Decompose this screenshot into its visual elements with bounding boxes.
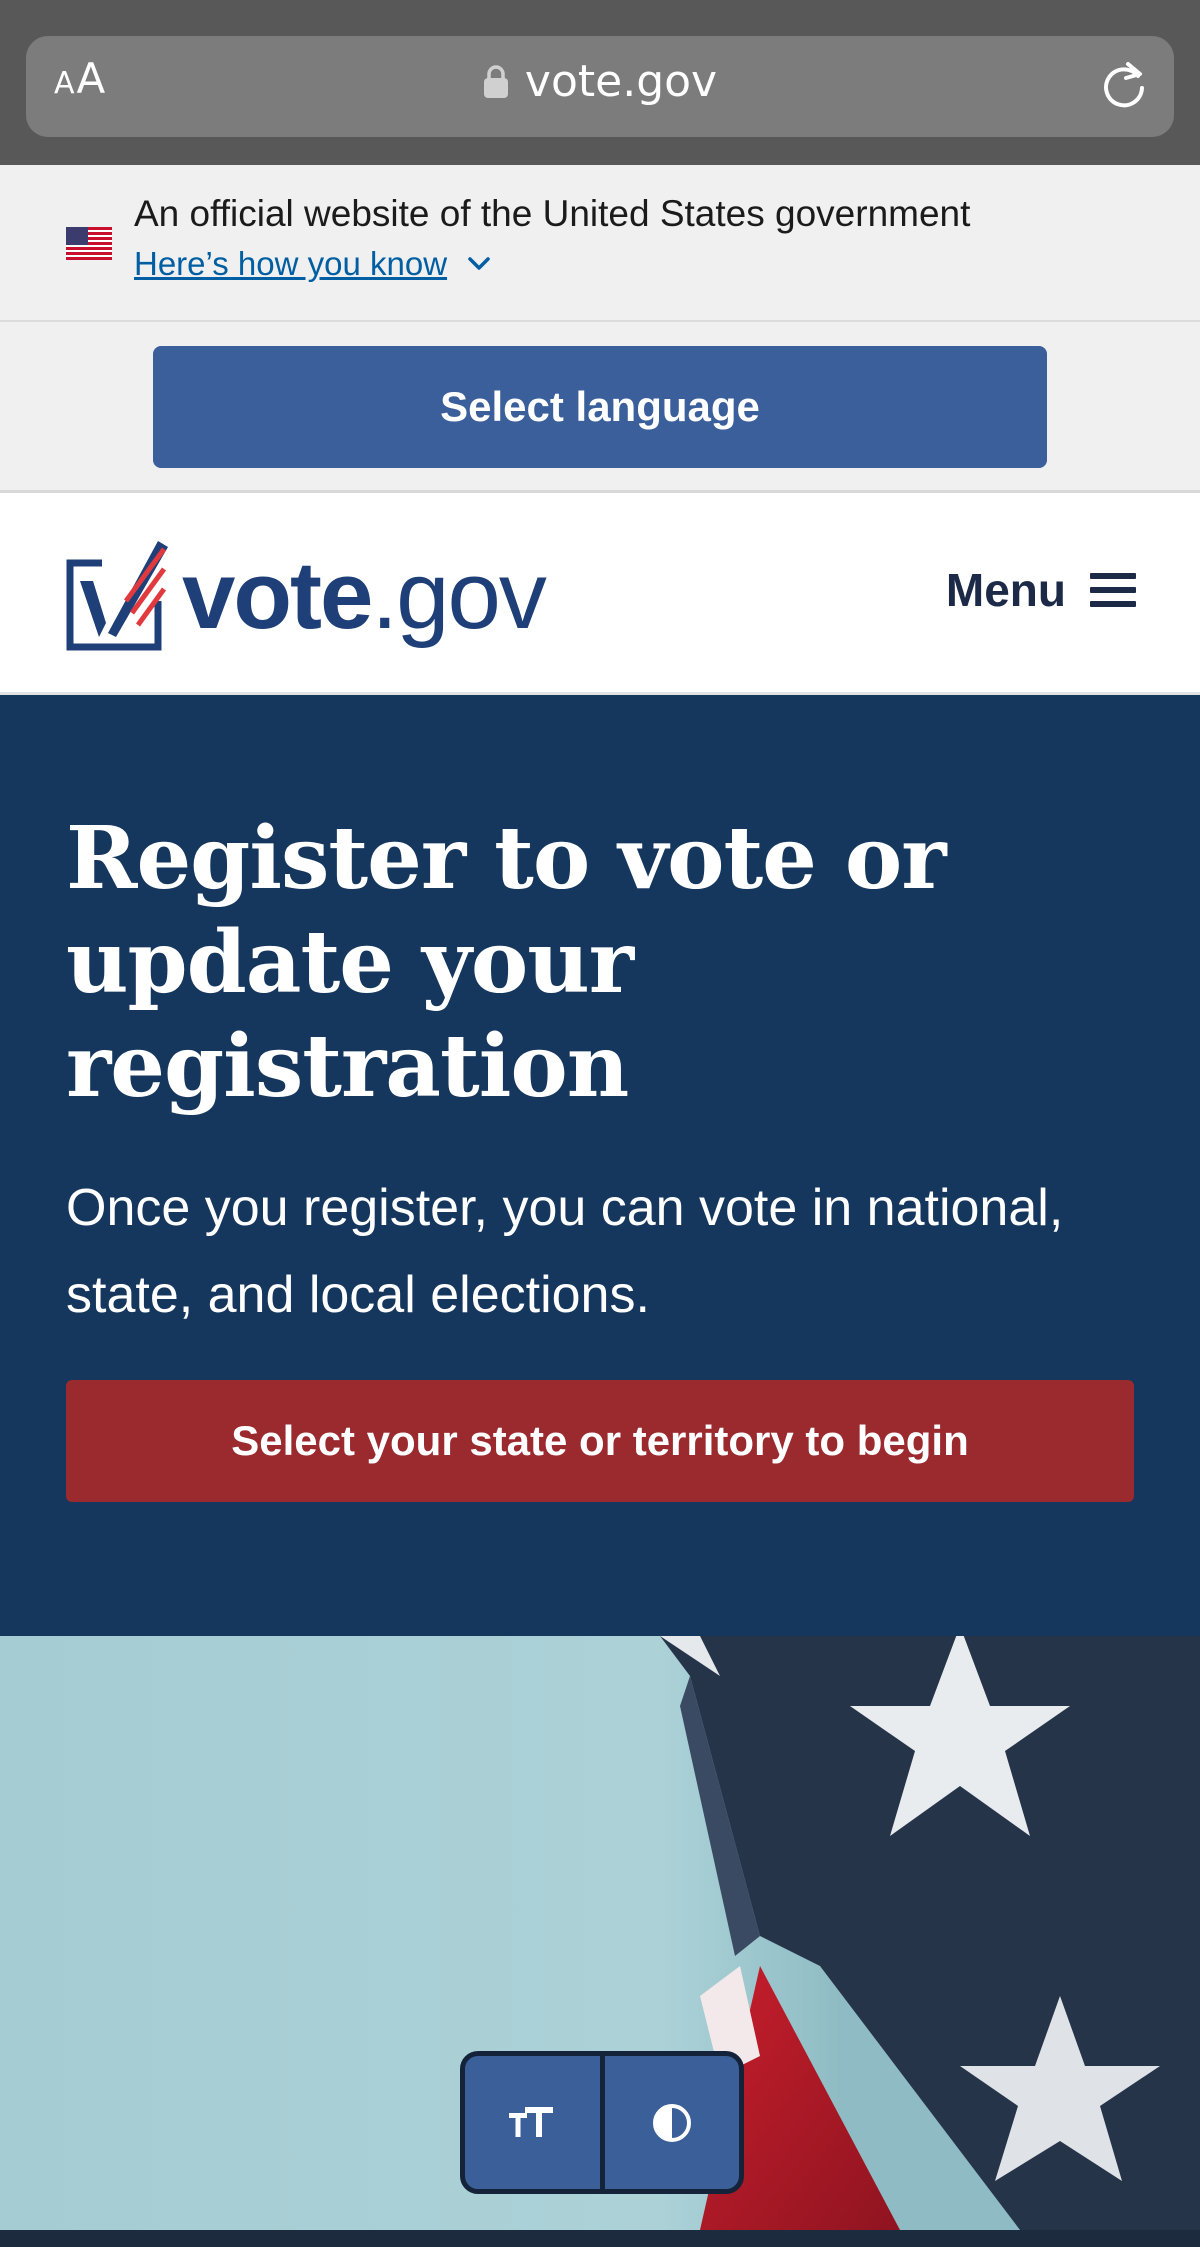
site-header: vote.gov Menu <box>0 493 1200 695</box>
heres-how-you-know-label: Here’s how you know <box>134 245 448 282</box>
logo-vote-text: vote <box>182 542 373 649</box>
reload-icon[interactable] <box>1098 60 1150 112</box>
chevron-down-icon <box>468 257 490 270</box>
logo-wordmark: vote.gov <box>182 548 547 644</box>
contrast-icon <box>652 2103 691 2142</box>
text-size-icon <box>509 2106 554 2137</box>
select-state-button[interactable]: Select your state or territory to begin <box>66 1380 1134 1502</box>
vote-gov-logo[interactable]: vote.gov <box>66 541 547 651</box>
contrast-button[interactable] <box>599 2056 740 2189</box>
browser-toolbar: A A vote.gov <box>0 0 1200 165</box>
us-flag-icon <box>66 227 112 260</box>
heres-how-you-know-link[interactable]: Here’s how you know <box>134 245 491 283</box>
select-language-button[interactable]: Select language <box>153 346 1047 468</box>
hamburger-icon <box>1090 573 1136 607</box>
hero-subtitle: Once you register, you can vote in natio… <box>66 1179 1064 1324</box>
text-size-button[interactable] <box>465 2056 600 2189</box>
menu-button[interactable]: Menu <box>946 563 1136 617</box>
address-bar[interactable]: A A vote.gov <box>26 36 1174 137</box>
url-text: vote.gov <box>524 56 718 107</box>
official-website-text: An official website of the United States… <box>134 193 971 234</box>
gov-banner: An official website of the United States… <box>0 165 1200 322</box>
language-bar: Select language <box>0 322 1200 493</box>
ballot-check-logo-icon <box>66 541 168 651</box>
logo-gov-text: .gov <box>371 542 546 649</box>
lock-icon <box>483 65 508 98</box>
menu-label: Menu <box>945 564 1066 616</box>
hero-section: Register to vote or update your registra… <box>0 695 1200 1636</box>
bottom-edge <box>0 2230 1200 2247</box>
url-display[interactable]: vote.gov <box>26 60 1174 104</box>
accessibility-toolbar <box>460 2051 744 2194</box>
hero-title: Register to vote or update your registra… <box>66 808 947 1117</box>
